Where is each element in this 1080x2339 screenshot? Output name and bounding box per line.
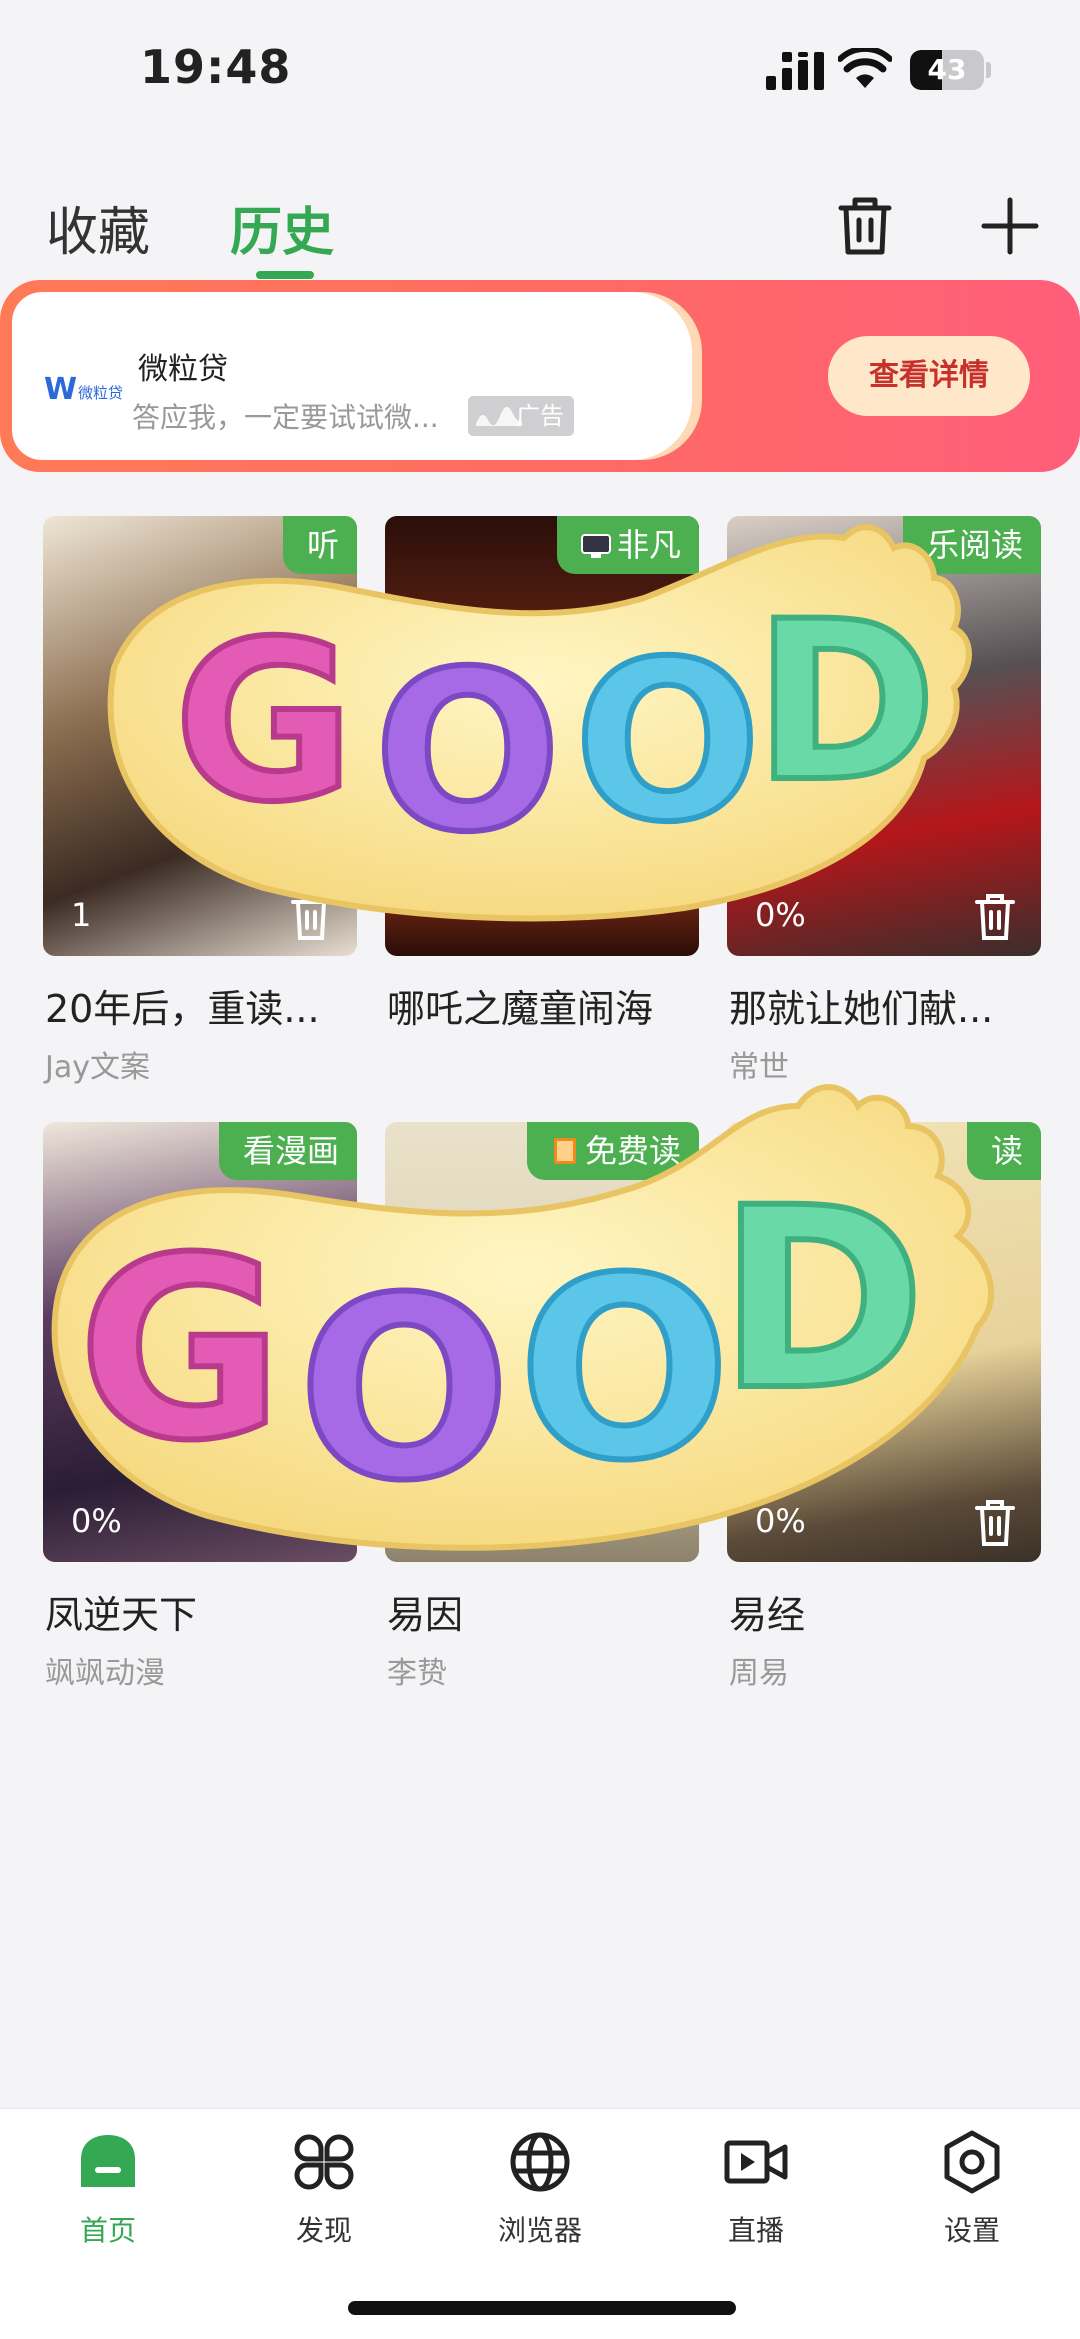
nav-discover[interactable]: 发现 — [216, 2109, 432, 2259]
add-icon[interactable] — [978, 194, 1042, 258]
discover-icon — [294, 2134, 354, 2190]
nav-label: 直播 — [727, 2214, 784, 2247]
home-indicator — [348, 2301, 736, 2315]
ad-tag-label: 广告 — [516, 402, 564, 430]
item-title: 凤逆天下 — [45, 1593, 198, 1637]
item-title: 哪吒之魔童闹海 — [387, 987, 654, 1031]
nav-settings[interactable]: 设置 — [864, 2109, 1080, 2259]
header-tabs: 收藏 历史 — [0, 180, 1080, 290]
sticker-letter: D — [754, 574, 937, 830]
ad-logo: W 微粒贷 — [34, 372, 134, 408]
battery-tip — [986, 62, 991, 78]
item-author: 飒飒动漫 — [45, 1656, 165, 1691]
sticker-letter: O — [374, 624, 561, 880]
battery-percent: 43 — [927, 53, 967, 86]
tab-history[interactable]: 历史 — [230, 190, 334, 265]
tab-favorites[interactable]: 收藏 — [46, 190, 150, 265]
sticker-letter: G — [174, 594, 355, 850]
nav-label: 发现 — [295, 2214, 352, 2247]
nav-label: 首页 — [79, 2214, 136, 2247]
ad-content: W 微粒贷 微粒贷 答应我，一定要试试微... 广告 — [12, 292, 692, 460]
item-title: 易经 — [729, 1593, 806, 1637]
item-title: 那就让她们献... — [729, 987, 994, 1031]
ad-logo-mark: W — [44, 372, 78, 407]
ad-title: 微粒贷 — [138, 352, 228, 387]
ad-cta-button[interactable]: 查看详情 — [828, 336, 1030, 416]
status-bar: 19:48 43 — [0, 0, 1080, 130]
home-icon — [81, 2135, 135, 2187]
nav-browser[interactable]: 浏览器 — [432, 2109, 648, 2259]
ad-tag: 广告 — [468, 396, 574, 436]
status-time: 19:48 — [140, 40, 292, 94]
item-author: 周易 — [729, 1656, 789, 1691]
sticker-letter: O — [518, 1224, 731, 1515]
sticker-letter: D — [718, 1154, 926, 1445]
cellular-signal-icon — [766, 52, 824, 90]
video-icon — [724, 2140, 788, 2184]
globe-icon — [510, 2132, 570, 2192]
active-tab-indicator — [256, 271, 314, 279]
ad-description: 答应我，一定要试试微... — [132, 401, 439, 434]
nav-live[interactable]: 直播 — [648, 2109, 864, 2259]
nav-home[interactable]: 首页 — [0, 2109, 216, 2259]
audio-wave-icon — [476, 406, 522, 426]
wifi-icon — [838, 48, 892, 88]
nav-label: 浏览器 — [497, 2214, 582, 2247]
ad-banner[interactable]: W 微粒贷 微粒贷 答应我，一定要试试微... 广告 查看详情 — [0, 280, 1080, 472]
trash-icon[interactable] — [833, 194, 897, 258]
item-title: 20年后，重读... — [45, 987, 320, 1031]
battery-icon: 43 — [910, 50, 984, 90]
sticker-letter: O — [298, 1244, 511, 1535]
settings-icon — [944, 2130, 1000, 2194]
sticker-letter: O — [574, 614, 761, 870]
sticker-letter: G — [78, 1204, 283, 1495]
good-sticker: G O O D — [107, 524, 972, 922]
item-title: 易因 — [387, 1593, 464, 1637]
nav-label: 设置 — [943, 2214, 1000, 2247]
good-sticker: G O O D — [51, 1084, 994, 1551]
ad-logo-text: 微粒贷 — [78, 384, 124, 402]
item-author: 李贽 — [387, 1656, 447, 1691]
